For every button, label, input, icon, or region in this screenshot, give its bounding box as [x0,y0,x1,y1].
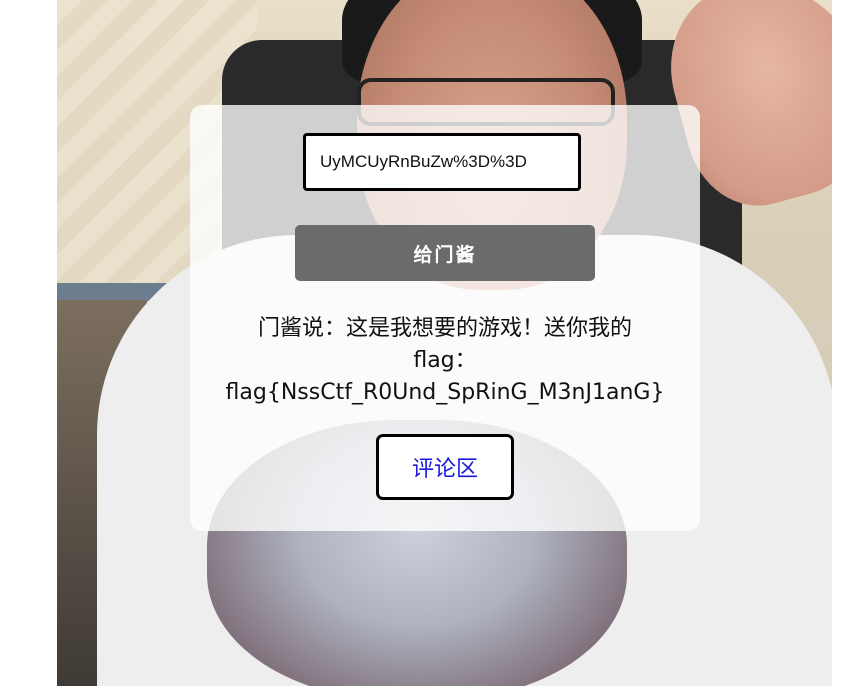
comments-link[interactable]: 评论区 [376,434,514,500]
flag-text: flag{NssCtf_R0Und_SpRinG_M3nJ1anG} [225,380,665,405]
content-panel: 给门酱 门酱说：这是我想要的游戏！送你我的 flag： flag{NssCtf_… [190,105,700,531]
result-line-2: flag： [413,348,477,373]
result-line-1: 门酱说：这是我想要的游戏！送你我的 [257,316,632,341]
give-menjiang-button[interactable]: 给门酱 [295,225,595,281]
result-message: 门酱说：这是我想要的游戏！送你我的 flag： flag{NssCtf_R0Un… [210,313,680,409]
code-input[interactable] [303,133,581,191]
